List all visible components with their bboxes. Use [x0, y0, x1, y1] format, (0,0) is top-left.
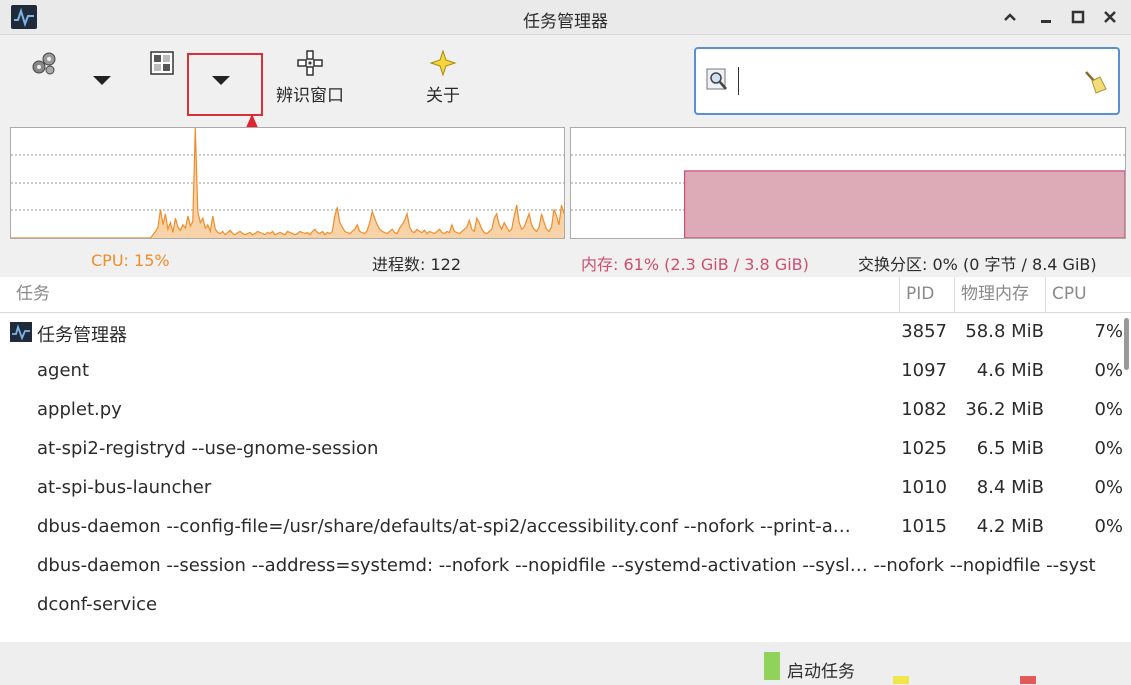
task-name: 任务管理器 — [37, 325, 127, 346]
memory-graph-canvas — [571, 154, 1125, 238]
task-cpu: 0% — [1094, 516, 1123, 537]
task-memory: 36.2 MiB — [965, 399, 1044, 420]
table-scrollbar[interactable] — [1124, 318, 1129, 370]
tasks-dropdown-caret[interactable] — [93, 76, 111, 85]
about-label: 关于 — [426, 86, 460, 106]
task-name: at-spi2-registryd --use-gnome-session — [37, 438, 379, 459]
process-count-label: 进程数: 122 — [372, 255, 462, 274]
task-cpu: 0% — [1094, 399, 1123, 420]
table-row[interactable]: agent 1097 4.6 MiB 0% — [0, 352, 1131, 391]
search-icon — [706, 68, 727, 90]
crosshair-icon — [297, 50, 323, 76]
column-header-cpu[interactable]: CPU — [1046, 277, 1131, 312]
column-header-task[interactable]: 任务 — [10, 277, 900, 312]
status-bar: 启动任务 — [0, 642, 1131, 685]
changed-task-color-swatch — [893, 676, 909, 684]
task-memory: 8.4 MiB — [976, 477, 1044, 498]
task-name: applet.py — [37, 399, 122, 420]
table-row[interactable]: 任务管理器 3857 58.8 MiB 7% — [0, 313, 1131, 352]
about-button[interactable]: 关于 — [426, 49, 460, 106]
task-cpu: 7% — [1094, 321, 1123, 342]
window-title: 任务管理器 — [523, 12, 608, 32]
task-memory: 4.2 MiB — [976, 516, 1044, 537]
view-menu-button[interactable] — [150, 51, 174, 75]
cpu-history-graph — [10, 127, 565, 239]
task-pid: 1015 — [901, 516, 947, 537]
cpu-usage-label: CPU: 15% — [91, 251, 170, 270]
starting-task-legend-label: 启动任务 — [787, 662, 855, 682]
task-cpu: 0% — [1094, 360, 1123, 381]
identify-window-button[interactable]: 辨识窗口 — [276, 49, 344, 106]
task-memory: 58.8 MiB — [965, 321, 1044, 342]
swap-usage-label: 交换分区: 0% (0 字节 / 8.4 GiB) — [858, 255, 1097, 274]
window-close-button[interactable] — [1098, 5, 1122, 29]
memory-usage-label: 内存: 61% (2.3 GiB / 3.8 GiB) — [581, 255, 809, 274]
task-rows: 任务管理器 3857 58.8 MiB 7% agent 1097 4.6 Mi… — [0, 313, 1131, 625]
highlight-annotation-box — [187, 53, 263, 116]
task-name: at-spi-bus-launcher — [37, 477, 212, 498]
window-grid-icon — [150, 51, 174, 75]
table-row[interactable]: dbus-daemon --config-file=/usr/share/def… — [0, 508, 1131, 547]
task-pid: 1025 — [901, 438, 947, 459]
table-row[interactable]: at-spi-bus-launcher 1010 8.4 MiB 0% — [0, 469, 1131, 508]
task-name: dbus-daemon --session --address=systemd:… — [37, 555, 1096, 576]
memory-history-graph — [570, 127, 1126, 239]
column-header-pid[interactable]: PID — [900, 277, 955, 312]
task-pid: 1082 — [901, 399, 947, 420]
table-row[interactable]: dbus-daemon --session --address=systemd:… — [0, 547, 1131, 586]
task-pid: 1097 — [901, 360, 947, 381]
task-name: dbus-daemon --config-file=/usr/share/def… — [37, 516, 851, 537]
window-shade-button[interactable] — [998, 5, 1022, 29]
search-box[interactable] — [694, 47, 1120, 115]
task-manager-icon — [10, 322, 32, 342]
task-pid: 1010 — [901, 477, 947, 498]
starting-task-color-swatch — [764, 652, 780, 680]
task-name: agent — [37, 360, 89, 381]
task-cpu: 0% — [1094, 477, 1123, 498]
table-row[interactable]: at-spi2-registryd --use-gnome-session 10… — [0, 430, 1131, 469]
gears-icon — [32, 52, 56, 75]
tasks-menu-button[interactable] — [30, 49, 58, 77]
column-header-memory[interactable]: 物理内存 — [955, 277, 1046, 312]
task-name: dconf-service — [37, 594, 158, 615]
memory-usage-area — [683, 170, 1125, 238]
table-header: 任务 PID 物理内存 CPU — [0, 277, 1131, 313]
task-table[interactable]: 任务 PID 物理内存 CPU 任务管理器 3857 58.8 MiB 7% a… — [0, 277, 1131, 642]
clear-broom-icon[interactable] — [1082, 69, 1108, 95]
sparkle-star-icon — [429, 49, 457, 77]
table-row[interactable]: applet.py 1082 36.2 MiB 0% — [0, 391, 1131, 430]
window-maximize-button[interactable] — [1066, 5, 1090, 29]
title-bar: 任务管理器 — [0, 0, 1131, 35]
task-cpu: 0% — [1094, 438, 1123, 459]
terminating-task-color-swatch — [1020, 676, 1036, 684]
cpu-graph-canvas — [11, 128, 564, 238]
task-memory: 6.5 MiB — [976, 438, 1044, 459]
task-memory: 4.6 MiB — [976, 360, 1044, 381]
table-row[interactable]: dconf-service — [0, 586, 1131, 625]
search-input[interactable] — [738, 67, 1069, 95]
task-pid: 3857 — [901, 321, 947, 342]
identify-window-label: 辨识窗口 — [276, 86, 344, 106]
window-minimize-button[interactable] — [1034, 5, 1058, 29]
